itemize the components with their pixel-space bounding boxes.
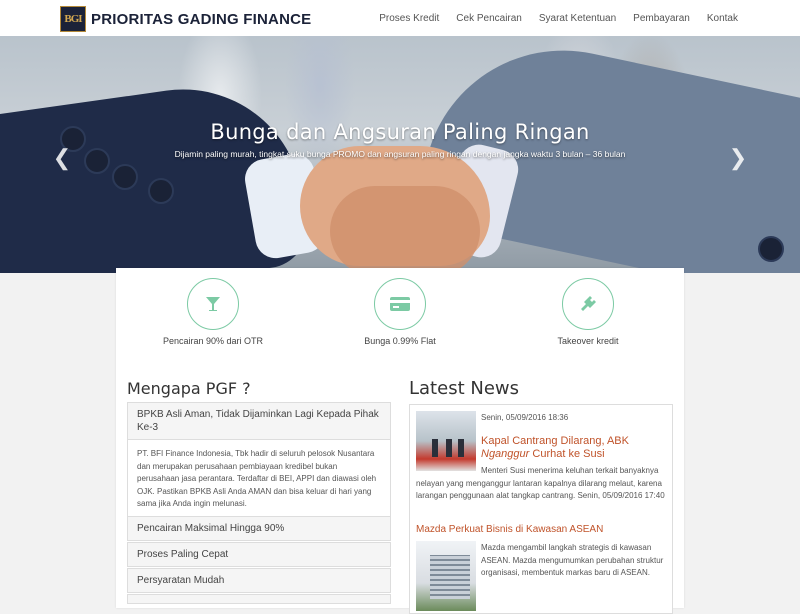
news-headline[interactable]: Mazda Perkuat Bisnis di Kawasan ASEAN: [416, 524, 603, 535]
hero-carousel: Bunga dan Angsuran Paling Ringan Dijamin…: [0, 36, 800, 273]
accordion-header[interactable]: BPKB Asli Aman, Tidak Dijaminkan Lagi Ke…: [128, 403, 390, 439]
hero-image-button: [758, 236, 784, 262]
feature-takeover: Takeover kredit: [528, 278, 648, 346]
news-thumbnail[interactable]: [416, 541, 476, 611]
credit-card-icon: [374, 278, 426, 330]
feature-label: Bunga 0.99% Flat: [364, 336, 436, 346]
news-thumbnail-figure: [446, 439, 452, 457]
nav-cek-pencairan[interactable]: Cek Pencairan: [448, 13, 531, 24]
feature-label: Pencairan 90% dari OTR: [162, 336, 264, 346]
news-summary: Mazda mengambil langkah strategis di kaw…: [481, 543, 664, 577]
brand-name: PRIORITAS GADING FINANCE: [91, 10, 312, 28]
nav-proses-kredit[interactable]: Proses Kredit: [371, 13, 448, 24]
accordion-header[interactable]: Persyaratan Mudah: [128, 569, 390, 592]
news-date: Senin, 05/09/2016 18:36: [481, 413, 569, 422]
accordion-header[interactable]: Proses Paling Cepat: [128, 543, 390, 566]
feature-label: Takeover kredit: [557, 336, 619, 346]
accordion-item-pencairan: Pencairan Maksimal Hingga 90%: [127, 516, 391, 541]
accordion-header[interactable]: Pencairan Maksimal Hingga 90%: [128, 517, 390, 540]
accordion-item-next[interactable]: [127, 594, 391, 604]
nav-kontak[interactable]: Kontak: [698, 13, 738, 24]
hero-image-button: [148, 178, 174, 204]
brand-logo: BGI: [60, 6, 86, 32]
accordion-item-bpkb: BPKB Asli Aman, Tidak Dijaminkan Lagi Ke…: [127, 402, 391, 520]
accordion-item-proses: Proses Paling Cepat: [127, 542, 391, 567]
news-list: Senin, 05/09/2016 18:36 Kapal Cantrang D…: [409, 404, 673, 614]
news-summary: Menteri Susi menerima keluhan terkait ba…: [416, 466, 665, 500]
hero-image-handshake-shadow: [330, 186, 480, 273]
news-headline[interactable]: Kapal Cantrang Dilarang, ABK Nganggur Cu…: [481, 435, 666, 460]
hero-title: Bunga dan Angsuran Paling Ringan: [210, 120, 590, 144]
news-thumbnail[interactable]: [416, 411, 476, 471]
glass-icon: [187, 278, 239, 330]
chevron-left-icon[interactable]: ❮: [52, 147, 72, 169]
brand[interactable]: BGI PRIORITAS GADING FINANCE: [60, 6, 311, 32]
news-title: Latest News: [409, 378, 519, 399]
news-headline-text[interactable]: Kapal Cantrang Dilarang, ABK: [481, 435, 629, 447]
top-navbar: BGI PRIORITAS GADING FINANCE Proses Kred…: [0, 0, 800, 37]
news-headline-text[interactable]: Curhat ke Susi: [529, 448, 604, 460]
feature-bunga: Bunga 0.99% Flat: [340, 278, 460, 346]
news-thumbnail-building: [430, 555, 470, 599]
mengapa-title: Mengapa PGF ?: [127, 379, 251, 398]
hero-image-button: [112, 164, 138, 190]
accordion-item-persyaratan: Persyaratan Mudah: [127, 568, 391, 593]
feature-pencairan: Pencairan 90% dari OTR: [153, 278, 273, 346]
logo-text: BGI: [64, 13, 82, 25]
news-thumbnail-figure: [432, 439, 438, 457]
nav-syarat-ketentuan[interactable]: Syarat Ketentuan: [530, 13, 624, 24]
hero-subtitle: Dijamin paling murah, tingkat suku bunga…: [174, 149, 626, 159]
plug-icon: [562, 278, 614, 330]
main-nav: Proses Kredit Cek Pencairan Syarat Keten…: [371, 0, 738, 36]
nav-pembayaran[interactable]: Pembayaran: [625, 13, 699, 24]
chevron-right-icon[interactable]: ❯: [728, 147, 748, 169]
accordion-body: PT. BFI Finance Indonesia, Tbk hadir di …: [128, 439, 390, 519]
news-thumbnail-figure: [458, 439, 464, 457]
news-headline-italic[interactable]: Nganggur: [481, 448, 529, 460]
